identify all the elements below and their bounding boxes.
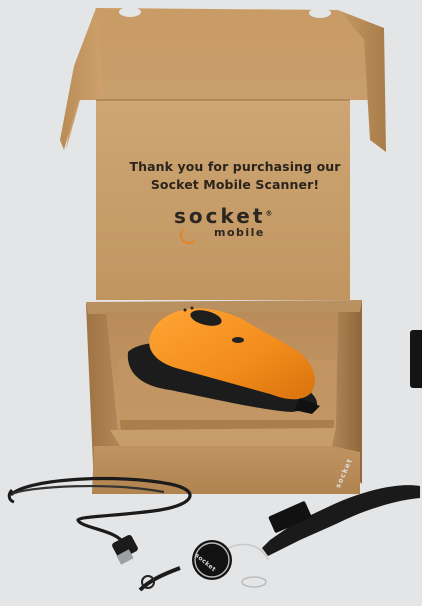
box-rim — [86, 300, 362, 314]
keyring — [241, 576, 267, 588]
side-tab-icon[interactable] — [410, 330, 422, 388]
scanner-led — [232, 337, 244, 343]
product-photo: Thank you for purchasing our Socket Mobi… — [0, 0, 422, 606]
brand-wordmark: socket® — [174, 204, 273, 228]
box-message-line-1: Thank you for purchasing our — [129, 159, 341, 174]
brand-swirl-icon — [180, 226, 198, 244]
lid-notch — [119, 7, 141, 17]
box-inner-back — [96, 100, 350, 300]
product-photo-art — [7, 7, 420, 592]
box-message-line-2: Socket Mobile Scanner! — [150, 177, 320, 192]
socket-mobile-logo: socket® mobile — [170, 204, 280, 244]
brand-subtitle: mobile — [214, 226, 265, 239]
lid-notch — [309, 8, 331, 18]
box-message: Thank you for purchasing our Socket Mobi… — [100, 158, 370, 194]
